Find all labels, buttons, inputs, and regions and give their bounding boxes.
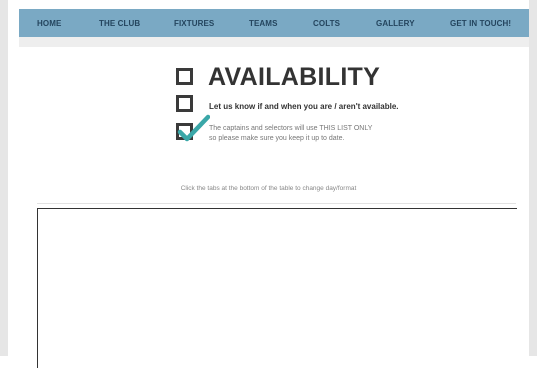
nav-teams[interactable]: TEAMS bbox=[249, 19, 278, 28]
nav-subbar bbox=[19, 37, 529, 47]
nav-the-club[interactable]: THE CLUB bbox=[99, 19, 140, 28]
nav-get-in-touch[interactable]: GET IN TOUCH! bbox=[450, 19, 511, 28]
section-divider bbox=[37, 203, 516, 204]
page-title: AVAILABILITY bbox=[208, 63, 381, 91]
page-left-margin bbox=[0, 0, 8, 356]
checkbox-empty-icon bbox=[176, 68, 193, 85]
check-mark-icon bbox=[177, 114, 210, 142]
checkbox-empty-icon bbox=[176, 95, 193, 112]
availability-note-line2: so please make sure you keep it up to da… bbox=[209, 135, 345, 142]
availability-subtitle: Let us know if and when you are / aren't… bbox=[209, 102, 399, 111]
nav-colts[interactable]: COLTS bbox=[313, 19, 340, 28]
availability-table-frame[interactable] bbox=[37, 208, 517, 368]
table-hint: Click the tabs at the bottom of the tabl… bbox=[180, 185, 357, 192]
nav-gallery[interactable]: GALLERY bbox=[376, 19, 415, 28]
nav-fixtures[interactable]: FIXTURES bbox=[174, 19, 214, 28]
nav-home[interactable]: HOME bbox=[37, 19, 61, 28]
availability-note-line1: The captains and selectors will use THIS… bbox=[209, 125, 373, 132]
main-navigation: HOME THE CLUB FIXTURES TEAMS COLTS GALLE… bbox=[19, 9, 529, 37]
page-right-margin bbox=[529, 0, 537, 356]
